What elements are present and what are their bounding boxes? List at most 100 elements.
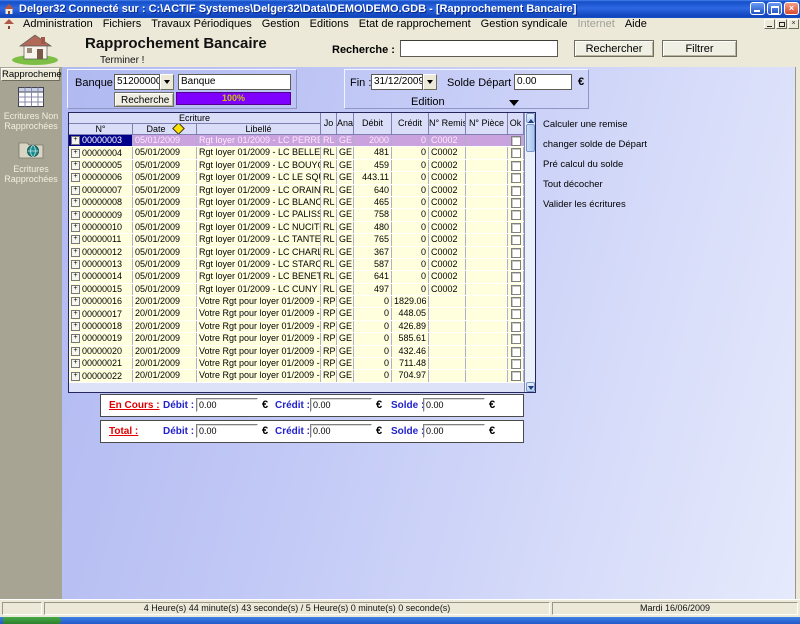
tab-rapprochement[interactable]: Rapprochement: [1, 68, 60, 81]
sidebar-item-ecritures-rapprochees[interactable]: Ecritures Rapprochées: [0, 164, 62, 184]
table-row[interactable]: +0000001205/01/2009Rgt loyer 01/2009 - L…: [69, 247, 524, 259]
table-row[interactable]: +0000001405/01/2009Rgt loyer 01/2009 - L…: [69, 271, 524, 283]
scroll-up-icon[interactable]: [526, 113, 535, 123]
expand-icon[interactable]: +: [71, 161, 80, 170]
action-link[interactable]: changer solde de Départ: [543, 139, 743, 150]
scroll-down-icon[interactable]: [526, 382, 535, 392]
terminer-link[interactable]: Terminer !: [100, 55, 144, 66]
table-row[interactable]: +0000001105/01/2009Rgt loyer 01/2009 - L…: [69, 234, 524, 246]
scrollbar-thumb[interactable]: [526, 124, 535, 152]
menu-item[interactable]: Fichiers: [98, 18, 147, 30]
sidebar-item-ecritures-non-rapprochees[interactable]: Ecritures Non Rapprochées: [0, 111, 62, 131]
sort-icon[interactable]: [172, 124, 185, 135]
ok-checkbox[interactable]: [511, 173, 521, 183]
mdi-close-button[interactable]: ×: [788, 19, 799, 29]
expand-icon[interactable]: +: [71, 248, 80, 257]
expand-icon[interactable]: +: [71, 322, 80, 331]
vertical-scrollbar[interactable]: [524, 113, 535, 392]
header-ana[interactable]: Ana: [337, 113, 354, 135]
mdi-restore-button[interactable]: [776, 19, 787, 29]
ok-checkbox[interactable]: [511, 297, 521, 307]
table-row[interactable]: +0000000705/01/2009Rgt loyer 01/2009 - L…: [69, 185, 524, 197]
table-row[interactable]: +0000001620/01/2009Votre Rgt pour loyer …: [69, 296, 524, 308]
total-debit-field[interactable]: [196, 424, 258, 438]
menu-item[interactable]: Travaux Périodiques: [146, 18, 256, 30]
ok-checkbox[interactable]: [511, 322, 521, 332]
solde-depart-field[interactable]: 0.00: [514, 74, 572, 90]
ok-checkbox[interactable]: [511, 359, 521, 369]
ok-checkbox[interactable]: [511, 285, 521, 295]
ok-checkbox[interactable]: [511, 223, 521, 233]
en-cours-credit-field[interactable]: [310, 398, 372, 412]
menu-item[interactable]: Gestion syndicale: [476, 18, 573, 30]
table-row[interactable]: +0000000405/01/2009Rgt loyer 01/2009 - L…: [69, 147, 524, 159]
action-link[interactable]: Calculer une remise: [543, 119, 743, 130]
action-link[interactable]: Tout décocher: [543, 179, 743, 190]
start-button-sliver[interactable]: [3, 617, 61, 624]
menu-item[interactable]: Administration: [18, 18, 98, 30]
table-row[interactable]: +0000001505/01/2009Rgt loyer 01/2009 - L…: [69, 284, 524, 296]
table-row[interactable]: +0000000905/01/2009Rgt loyer 01/2009 - L…: [69, 209, 524, 221]
expand-icon[interactable]: +: [71, 186, 80, 195]
search-input[interactable]: [400, 40, 558, 57]
table-row[interactable]: +0000002220/01/2009Votre Rgt pour loyer …: [69, 370, 524, 382]
table-row[interactable]: +0000000505/01/2009Rgt loyer 01/2009 - L…: [69, 160, 524, 172]
ok-checkbox[interactable]: [511, 148, 521, 158]
minimize-button[interactable]: [750, 2, 765, 15]
expand-icon[interactable]: +: [71, 235, 80, 244]
expand-icon[interactable]: +: [71, 260, 80, 269]
folder-globe-icon[interactable]: [18, 139, 44, 159]
header-remise[interactable]: N° Remise: [429, 113, 466, 135]
ok-checkbox[interactable]: [511, 309, 521, 319]
ok-checkbox[interactable]: [511, 136, 521, 146]
en-cours-solde-field[interactable]: [423, 398, 485, 412]
table-row[interactable]: +0000001720/01/2009Votre Rgt pour loyer …: [69, 308, 524, 320]
expand-icon[interactable]: +: [71, 149, 80, 158]
menu-item[interactable]: Gestion: [257, 18, 305, 30]
edition-label[interactable]: Edition: [411, 96, 445, 108]
edition-dropdown-icon[interactable]: [509, 100, 519, 111]
action-link[interactable]: Valider les écritures: [543, 199, 743, 210]
fin-combo-arrow-icon[interactable]: [423, 74, 437, 90]
table-row[interactable]: +0000001305/01/2009Rgt loyer 01/2009 - L…: [69, 259, 524, 271]
ok-checkbox[interactable]: [511, 161, 521, 171]
total-solde-field[interactable]: [423, 424, 485, 438]
table-row[interactable]: +0000001005/01/2009Rgt loyer 01/2009 - L…: [69, 222, 524, 234]
table-row[interactable]: +0000000605/01/2009Rgt loyer 01/2009 - L…: [69, 172, 524, 184]
expand-icon[interactable]: +: [71, 223, 80, 232]
header-date[interactable]: Date: [133, 124, 197, 135]
rechercher-button[interactable]: Rechercher: [574, 40, 654, 57]
ok-checkbox[interactable]: [511, 371, 521, 381]
close-button[interactable]: ×: [784, 2, 799, 15]
expand-icon[interactable]: +: [71, 198, 80, 207]
expand-icon[interactable]: +: [71, 136, 80, 145]
banque-combo-arrow-icon[interactable]: [160, 74, 174, 90]
header-piece[interactable]: N° Pièce: [466, 113, 508, 135]
table-row[interactable]: +0000002120/01/2009Votre Rgt pour loyer …: [69, 358, 524, 370]
table-row[interactable]: +0000001920/01/2009Votre Rgt pour loyer …: [69, 333, 524, 345]
mdi-minimize-button[interactable]: [764, 19, 775, 29]
header-num[interactable]: N°: [69, 124, 133, 135]
menu-item[interactable]: Internet: [573, 18, 620, 30]
menu-item[interactable]: Etat de rapprochement: [354, 18, 476, 30]
header-ecriture[interactable]: Ecriture: [69, 113, 321, 124]
restore-button[interactable]: [767, 2, 782, 15]
recherche-button[interactable]: Recherche: [114, 92, 174, 107]
ok-checkbox[interactable]: [511, 186, 521, 196]
header-ok[interactable]: Ok: [508, 113, 524, 135]
expand-icon[interactable]: +: [71, 372, 80, 381]
ok-checkbox[interactable]: [511, 334, 521, 344]
en-cours-debit-field[interactable]: [196, 398, 258, 412]
expand-icon[interactable]: +: [71, 334, 80, 343]
ok-checkbox[interactable]: [511, 235, 521, 245]
header-libelle[interactable]: Libellé: [197, 124, 321, 135]
expand-icon[interactable]: +: [71, 272, 80, 281]
expand-icon[interactable]: +: [71, 359, 80, 368]
ok-checkbox[interactable]: [511, 272, 521, 282]
fin-date-combo[interactable]: 31/12/2009: [371, 74, 423, 90]
total-credit-field[interactable]: [310, 424, 372, 438]
ok-checkbox[interactable]: [511, 210, 521, 220]
table-row[interactable]: +0000000305/01/2009Rgt loyer 01/2009 - L…: [69, 135, 524, 147]
ok-checkbox[interactable]: [511, 347, 521, 357]
menu-item[interactable]: Aide: [620, 18, 652, 30]
